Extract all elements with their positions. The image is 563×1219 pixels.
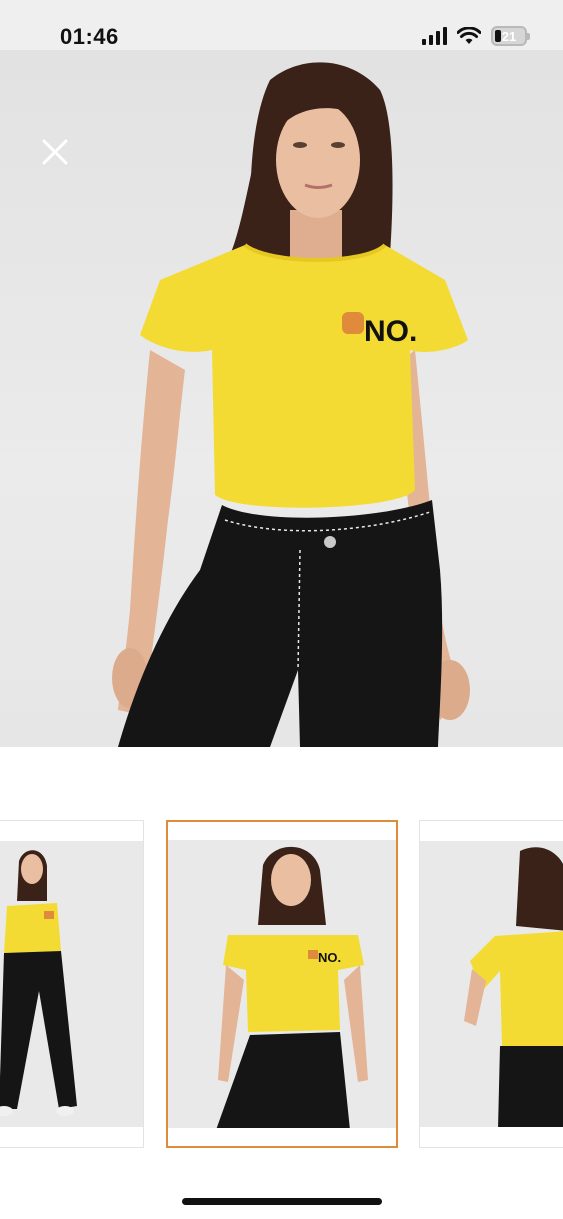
- thumbnail-2[interactable]: NO.: [166, 820, 398, 1148]
- home-indicator[interactable]: [182, 1198, 382, 1205]
- battery-icon: 21: [491, 26, 530, 46]
- battery-percent: 21: [501, 28, 517, 44]
- close-icon[interactable]: [38, 135, 72, 169]
- thumbnail-1[interactable]: [0, 820, 144, 1148]
- status-bar: 01:46 21: [0, 0, 563, 50]
- model-photo: NO.: [112, 62, 470, 747]
- thumbnail-strip: NO.: [0, 820, 563, 1148]
- model-photo-full-body: [0, 850, 77, 1116]
- wifi-icon: [457, 27, 481, 44]
- cellular-signal-icon: [422, 27, 447, 45]
- thumbnail-3[interactable]: [419, 820, 563, 1148]
- shirt-print: NO.: [364, 315, 417, 348]
- model-photo-back: [464, 847, 563, 1127]
- main-product-image[interactable]: NO.: [0, 50, 563, 747]
- status-icons: 21: [422, 26, 530, 46]
- model-photo-front: NO.: [216, 846, 368, 1128]
- status-time: 01:46: [60, 24, 119, 49]
- shirt-print-small: NO.: [318, 950, 341, 965]
